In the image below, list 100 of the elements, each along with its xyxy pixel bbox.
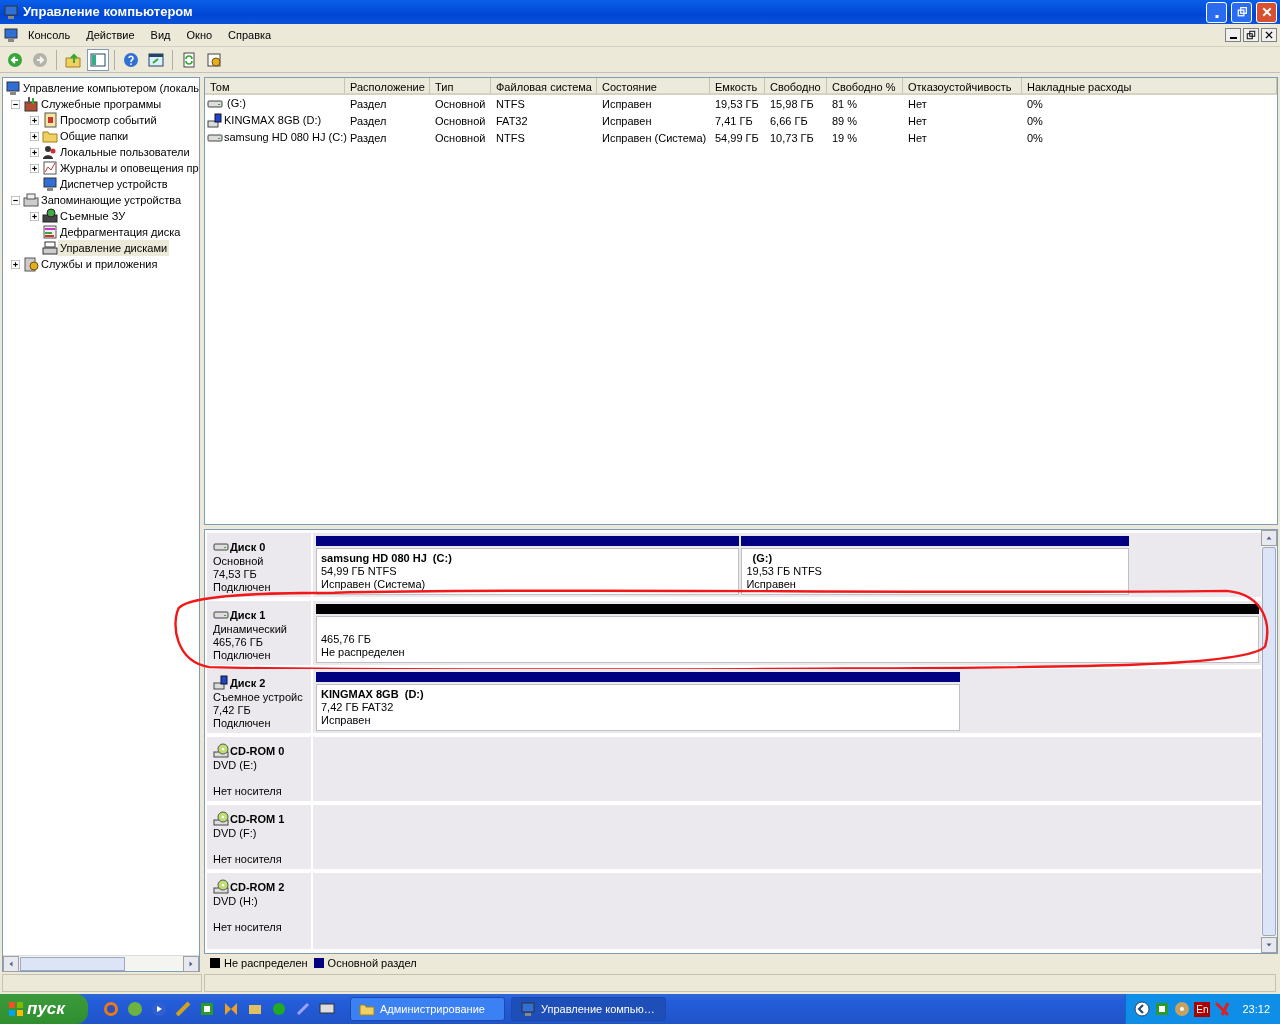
windows-flag-icon	[8, 1001, 24, 1017]
tree-item[interactable]: Управление дисками	[58, 240, 170, 256]
partition-box[interactable]: KINGMAX 8GB (D:) 7,42 ГБ FAT32 Исправен	[316, 684, 961, 731]
tree-item[interactable]: Локальные пользователи	[58, 144, 192, 160]
disk-drives-icon	[42, 240, 58, 256]
tree-item[interactable]: Просмотр событий	[58, 112, 159, 128]
app-icon	[103, 1001, 119, 1017]
table-cell-text: 19,53 ГБ	[714, 97, 760, 112]
disk-type: Съемное устройс	[213, 691, 304, 704]
tree-item[interactable]: Журналы и оповещения пр	[58, 160, 199, 176]
tree-pane-icon	[90, 51, 106, 68]
menu-item[interactable]: Вид	[143, 24, 178, 46]
disk-type: DVD (F:)	[213, 827, 258, 840]
child-minimize-button[interactable]	[1225, 28, 1241, 42]
expand-toggle-icon[interactable]	[30, 115, 39, 125]
restore-button[interactable]	[1231, 1, 1252, 23]
app-icon	[223, 1001, 239, 1017]
horizontal-scrollbar[interactable]	[3, 955, 199, 971]
table-cell-text: Раздел	[349, 131, 388, 146]
column-header[interactable]: Емкость	[710, 78, 765, 95]
usb-drive-icon	[207, 112, 223, 129]
minimize-button[interactable]	[1206, 1, 1227, 23]
window-title: Управление компьютером	[23, 3, 194, 22]
expand-toggle-icon[interactable]	[30, 147, 39, 157]
column-header[interactable]: Накладные расходы	[1022, 78, 1277, 95]
close-button[interactable]	[1256, 1, 1277, 23]
partition-size: 19,53 ГБ NTFS	[746, 565, 823, 578]
table-cell-text: 19 %	[831, 131, 859, 146]
column-header[interactable]: Состояние	[597, 78, 710, 95]
start-button[interactable]: пуск	[0, 994, 88, 1024]
column-header[interactable]: Файловая система	[491, 78, 597, 95]
column-header[interactable]: Расположение	[345, 78, 430, 95]
disk-status: Нет носителя	[213, 853, 283, 866]
table-cell-text: Основной	[434, 114, 487, 129]
disk-status: Подключен	[213, 581, 272, 594]
child-restore-button[interactable]	[1243, 28, 1259, 42]
menu-item[interactable]: Действие	[79, 24, 142, 46]
disk-name: CD-ROM 0	[230, 744, 285, 758]
language-indicator[interactable]: En	[1194, 1001, 1211, 1017]
disk-status: Подключен	[213, 649, 272, 662]
disk-type: DVD (H:)	[213, 895, 259, 908]
app-icon	[1154, 1001, 1171, 1017]
toolbox-icon	[23, 96, 39, 112]
tree-item[interactable]: Запоминающие устройства	[39, 192, 184, 208]
table-cell-text: 7,41 ГБ	[714, 114, 754, 129]
table-cell-text: 0%	[1026, 114, 1044, 129]
partition-size: 7,42 ГБ FAT32	[321, 701, 395, 714]
expand-toggle-icon[interactable]	[30, 211, 39, 221]
child-close-button[interactable]	[1261, 28, 1277, 42]
collapse-toggle-icon[interactable]	[11, 195, 20, 205]
app-icon	[271, 1001, 287, 1017]
monitor-icon	[42, 176, 58, 192]
expand-toggle-icon[interactable]	[11, 259, 20, 269]
vertical-scrollbar[interactable]	[1261, 530, 1277, 953]
column-header[interactable]: Том	[205, 78, 345, 95]
table-cell-text: 10,73 ГБ	[769, 131, 815, 146]
clock: 23:12	[1242, 1001, 1270, 1017]
taskbar-button[interactable]: Администрирование	[350, 997, 505, 1021]
tree-item[interactable]: Служебные программы	[39, 96, 164, 112]
defrag-icon	[42, 224, 58, 240]
expand-toggle-icon[interactable]	[30, 163, 39, 173]
tree-item[interactable]: Управление компьютером (локаль	[21, 80, 199, 96]
menu-item[interactable]: Справка	[221, 24, 279, 46]
partition-title: KINGMAX 8GB (D:)	[321, 688, 425, 701]
column-header[interactable]: Свободно	[765, 78, 827, 95]
restore-icon	[1246, 30, 1256, 40]
column-header[interactable]: Свободно %	[827, 78, 903, 95]
tree-item[interactable]: Общие папки	[58, 128, 131, 144]
tree-item[interactable]: Диспетчер устройств	[58, 176, 170, 192]
partition-status: Не распределен	[321, 646, 406, 659]
legend-label: Основной раздел	[327, 955, 417, 971]
collapse-toggle-icon[interactable]	[11, 99, 20, 109]
tree-item[interactable]: Съемные ЗУ	[58, 208, 128, 224]
new-window-icon	[148, 51, 164, 68]
folder-icon	[42, 128, 58, 144]
monitor-icon	[3, 27, 19, 43]
partition-box[interactable]: 465,76 ГБ Не распределен	[316, 616, 1259, 663]
expand-toggle-icon[interactable]	[30, 131, 39, 141]
disk-type: Динамический	[213, 623, 288, 636]
disk-type: Основной	[213, 555, 265, 568]
menu-item[interactable]: Окно	[179, 24, 220, 46]
table-cell-text: Исправен	[601, 97, 653, 112]
partition-box[interactable]: samsung HD 080 HJ (C:) 54,99 ГБ NTFS Исправен (Система)	[316, 548, 740, 595]
disk-status: Нет носителя	[213, 921, 283, 934]
folder-icon	[359, 1001, 375, 1017]
table-cell-text: 89 %	[831, 114, 859, 129]
column-header[interactable]: Тип	[430, 78, 491, 95]
storage-icon	[23, 192, 39, 208]
down-arrow-icon	[1265, 941, 1273, 949]
tree-item[interactable]: Дефрагментация диска	[58, 224, 183, 240]
column-header[interactable]: Отказоустойчивость	[903, 78, 1022, 95]
table-cell-text: Основной	[434, 97, 487, 112]
table-cell-text: Нет	[907, 131, 928, 146]
menu-item[interactable]: Консоль	[21, 24, 78, 46]
tree-item[interactable]: Службы и приложения	[39, 256, 160, 272]
table-cell-text: 15,98 ГБ	[769, 97, 815, 112]
partition-box[interactable]: (G:) 19,53 ГБ NTFS Исправен	[741, 548, 1129, 595]
taskbar-button[interactable]: Управление компью…	[511, 997, 666, 1021]
services-icon	[23, 256, 39, 272]
disk-size: 7,42 ГБ	[213, 704, 252, 717]
